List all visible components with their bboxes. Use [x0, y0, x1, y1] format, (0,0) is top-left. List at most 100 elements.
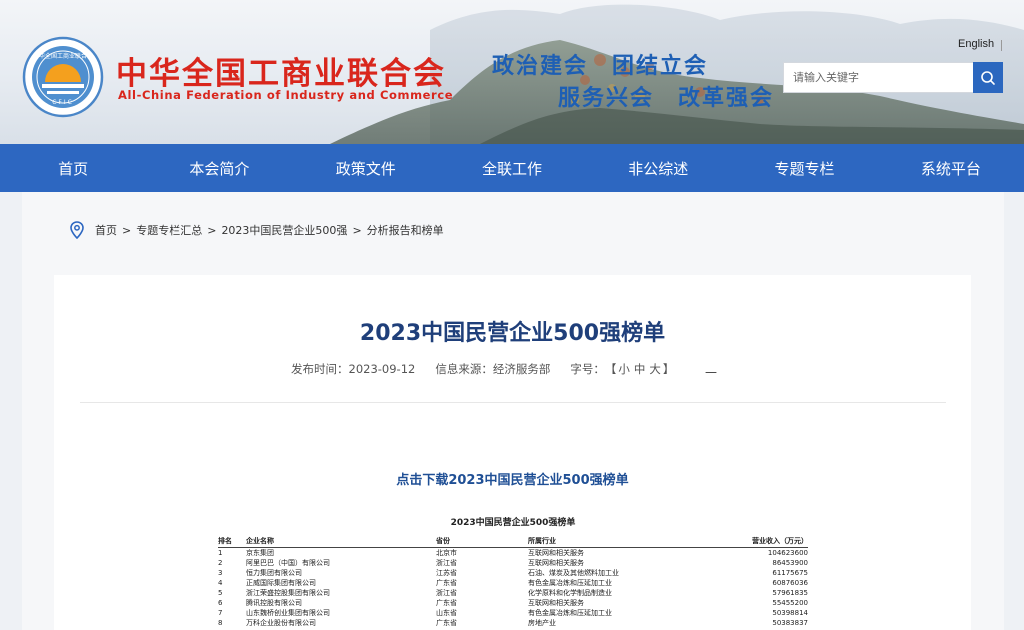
cell-industry: 互联网和相关服务 — [528, 599, 584, 607]
cell-province: 山东省 — [436, 609, 457, 617]
cell-revenue: 104623600 — [767, 549, 808, 557]
slogan-line-1: 政治建会 团结立会 — [492, 53, 709, 79]
nav-item-topics[interactable]: 专题专栏 — [731, 144, 877, 192]
fontsize-label: 字号： — [570, 362, 605, 376]
cell-rank: 4 — [218, 579, 223, 587]
cell-revenue: 61175675 — [772, 569, 808, 577]
cell-rank: 1 — [218, 549, 223, 557]
cell-industry: 石油、煤炭及其他燃料加工业 — [528, 569, 619, 577]
nav-item-platform[interactable]: 系统平台 — [878, 144, 1024, 192]
breadcrumb-topics-summary[interactable]: 专题专栏汇总 — [136, 222, 202, 238]
lang-divider — [1001, 40, 1002, 51]
article-card: 2023中国民营企业500强榜单 发布时间： 2023-09-12 信息来源： … — [54, 275, 971, 630]
org-name-en[interactable]: All-China Federation of Industry and Com… — [118, 88, 453, 102]
nav-item-review[interactable]: 非公综述 — [585, 144, 731, 192]
breadcrumb-separator: > — [207, 223, 217, 237]
cell-industry: 化学原料和化学制品制造业 — [528, 589, 612, 597]
cell-company: 腾讯控股有限公司 — [246, 599, 302, 607]
fontsize-small-button[interactable]: 小 — [618, 361, 630, 377]
english-link[interactable]: English — [958, 38, 994, 50]
org-name-cn[interactable]: 中华全国工商业联合会 — [116, 48, 446, 93]
publish-date: 2023-09-12 — [348, 362, 416, 376]
table-header-row: 排名 企业名称 省份 所属行业 营业收入（万元） — [218, 537, 808, 548]
publish-label: 发布时间： — [291, 362, 349, 376]
article-meta: 发布时间： 2023-09-12 信息来源： 经济服务部 字号： 【 小 中 大… — [291, 361, 674, 377]
cell-industry: 互联网和相关服务 — [528, 549, 584, 557]
cfic-logo-seal: 中华全国工商业联合会 CFIC — [22, 36, 104, 118]
cell-company: 万科企业股份有限公司 — [246, 619, 316, 627]
cell-rank: 5 — [218, 589, 223, 597]
table-row: 3 恒力集团有限公司 江苏省 石油、煤炭及其他燃料加工业 61175675 — [218, 568, 808, 578]
article-title: 2023中国民营企业500强榜单 — [359, 321, 666, 346]
cell-company: 山东魏桥创业集团有限公司 — [246, 609, 330, 617]
table-row: 8 万科企业股份有限公司 广东省 房地产业 50383837 — [218, 618, 808, 628]
cell-company: 阿里巴巴（中国）有限公司 — [246, 559, 330, 567]
table-row: 7 山东魏桥创业集团有限公司 山东省 有色金属冶炼和压延加工业 50398814 — [218, 608, 808, 618]
nav-item-home[interactable]: 首页 — [0, 144, 146, 192]
nav-item-policy[interactable]: 政策文件 — [293, 144, 439, 192]
cell-rank: 8 — [218, 619, 223, 627]
table-row: 1 京东集团 北京市 互联网和相关服务 104623600 — [218, 548, 808, 559]
col-company: 企业名称 — [246, 537, 436, 548]
cell-company: 浙江荣盛控股集团有限公司 — [246, 589, 330, 597]
slogan-line-2: 服务兴会 改革强会 — [558, 85, 775, 111]
table-row: 4 正威国际集团有限公司 广东省 有色金属冶炼和压延加工业 60876036 — [218, 578, 808, 588]
cell-industry: 互联网和相关服务 — [528, 559, 584, 567]
seal-text: 中华全国工商业联合会 — [33, 52, 93, 60]
breadcrumb-reports[interactable]: 分析报告和榜单 — [367, 222, 444, 238]
bracket-open: 【 — [604, 362, 617, 376]
cell-province: 广东省 — [436, 599, 457, 607]
search-button[interactable] — [973, 62, 1003, 93]
ranking-table: 排名 企业名称 省份 所属行业 营业收入（万元） 1 京东集团 北京市 互联网和… — [218, 537, 808, 628]
table-row: 6 腾讯控股有限公司 广东省 互联网和相关服务 55455200 — [218, 598, 808, 608]
breadcrumb-home[interactable]: 首页 — [95, 222, 117, 238]
bracket-close: 】 — [662, 362, 675, 376]
cell-province: 江苏省 — [436, 569, 457, 577]
cell-industry: 有色金属冶炼和压延加工业 — [528, 579, 612, 587]
fontsize-large-button[interactable]: 大 — [649, 361, 661, 377]
cell-industry: 房地产业 — [528, 619, 556, 627]
col-rank: 排名 — [218, 537, 246, 548]
cell-revenue: 50383837 — [772, 619, 808, 627]
seal-abbr: CFIC — [52, 99, 74, 106]
col-industry: 所属行业 — [528, 537, 728, 548]
cell-province: 广东省 — [436, 579, 457, 587]
col-province: 省份 — [436, 537, 528, 548]
title-divider — [80, 402, 946, 403]
cell-rank: 3 — [218, 569, 223, 577]
fontsize-medium-button[interactable]: 中 — [634, 361, 646, 377]
cell-revenue: 86453900 — [772, 559, 808, 567]
main-nav: 首页 本会简介 政策文件 全联工作 非公综述 专题专栏 系统平台 — [0, 144, 1024, 192]
cell-rank: 2 — [218, 559, 223, 567]
nav-item-about[interactable]: 本会简介 — [146, 144, 292, 192]
ranking-table-image: 2023中国民营企业500强榜单 排名 企业名称 省份 所属行业 营业收入（万元… — [218, 515, 808, 628]
cell-province: 浙江省 — [436, 559, 457, 567]
search-icon — [981, 70, 995, 85]
search-box — [783, 62, 973, 93]
cell-rank: 6 — [218, 599, 223, 607]
breadcrumb-top500[interactable]: 2023中国民营企业500强 — [221, 222, 347, 238]
source-value: 经济服务部 — [492, 362, 551, 376]
location-pin-icon — [70, 221, 84, 239]
cell-province: 广东省 — [436, 619, 457, 627]
source-label: 信息来源： — [435, 362, 493, 376]
cell-rank: 7 — [218, 609, 223, 617]
col-revenue: 营业收入（万元） — [728, 537, 808, 548]
cell-industry: 有色金属冶炼和压延加工业 — [528, 609, 612, 617]
search-input[interactable] — [784, 63, 973, 92]
download-link[interactable]: 点击下载2023中国民营企业500强榜单 — [54, 469, 971, 488]
cell-revenue: 57961835 — [772, 589, 808, 597]
cell-revenue: 50398814 — [772, 609, 808, 617]
breadcrumb-separator: > — [122, 223, 132, 237]
cell-company: 恒力集团有限公司 — [246, 569, 302, 577]
cell-company: 正威国际集团有限公司 — [246, 579, 316, 587]
table-row: 2 阿里巴巴（中国）有限公司 浙江省 互联网和相关服务 86453900 — [218, 558, 808, 568]
table-title: 2023中国民营企业500强榜单 — [450, 518, 576, 528]
breadcrumb: 首页 > 专题专栏汇总 > 2023中国民营企业500强 > 分析报告和榜单 — [70, 221, 444, 239]
breadcrumb-separator: > — [352, 223, 362, 237]
table-row: 5 浙江荣盛控股集团有限公司 浙江省 化学原料和化学制品制造业 57961835 — [218, 588, 808, 598]
nav-item-work[interactable]: 全联工作 — [439, 144, 585, 192]
cell-company: 京东集团 — [246, 549, 274, 557]
cell-revenue: 60876036 — [772, 579, 808, 587]
cell-province: 浙江省 — [436, 589, 457, 597]
